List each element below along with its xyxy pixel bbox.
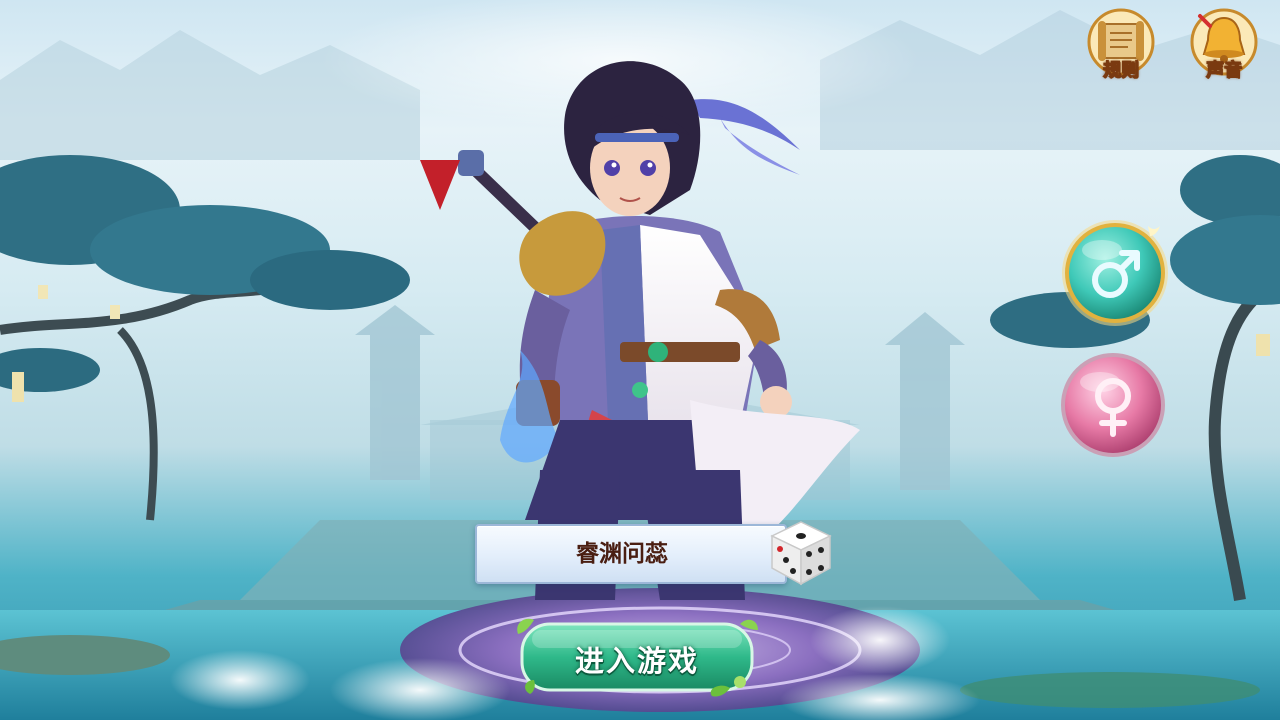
sound-label: 声音 <box>1206 60 1243 82</box>
random-name-button[interactable] <box>764 516 838 590</box>
enter-game-label: 进入游戏 <box>574 644 699 678</box>
game-scene: 规则 声音 睿渊问蕊 进入游戏 <box>0 0 1280 720</box>
sound-button[interactable]: 声音 <box>1186 8 1262 84</box>
rules-label: 规则 <box>1103 60 1140 82</box>
character-name-field[interactable]: 睿渊问蕊 <box>475 524 787 584</box>
enter-game-button[interactable]: 进入游戏 <box>512 612 762 704</box>
dice-icon <box>770 521 832 586</box>
male-symbol-icon <box>1092 250 1140 298</box>
female-gender-button[interactable] <box>1058 350 1168 460</box>
character-name-value: 睿渊问蕊 <box>576 541 668 567</box>
female-symbol-icon <box>1095 378 1131 437</box>
rules-button[interactable]: 规则 <box>1083 8 1159 84</box>
male-gender-button[interactable] <box>1060 218 1170 328</box>
